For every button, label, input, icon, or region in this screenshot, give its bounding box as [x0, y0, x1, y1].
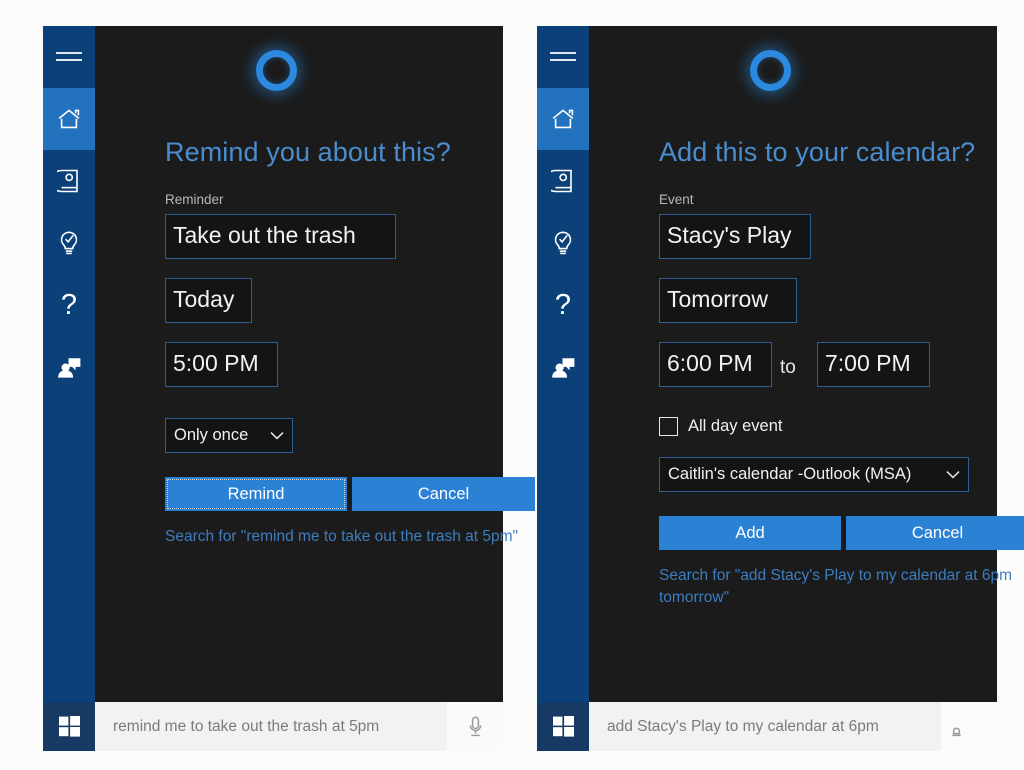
reminder-cancel-button[interactable]: Cancel	[352, 477, 535, 511]
start-button[interactable]	[43, 702, 95, 751]
taskbar-search-field[interactable]: add Stacy's Play to my calendar at 6pm	[589, 702, 997, 751]
notebook-icon	[57, 168, 81, 194]
reminder-repeat-value: Only once	[174, 425, 249, 444]
sidebar-item-help[interactable]: ?	[43, 274, 95, 336]
taskbar-right: add Stacy's Play to my calendar at 6pm	[537, 702, 997, 751]
sidebar-item-feedback[interactable]	[43, 336, 95, 398]
microphone-icon-button[interactable]	[941, 702, 997, 751]
sidebar-item-feedback[interactable]	[537, 336, 589, 398]
microphone-icon-button[interactable]	[447, 702, 503, 751]
reminder-search-link[interactable]: Search for "remind me to take out the tr…	[165, 526, 537, 548]
hamburger-icon	[550, 50, 576, 64]
event-field-label: Event	[659, 192, 694, 207]
reminder-content: Remind you about this? Reminder Take out…	[95, 26, 535, 702]
lightbulb-check-icon	[551, 230, 575, 257]
screenshot-stage: ? Remind you about this? Reminder Take o…	[0, 0, 1024, 770]
sidebar-item-reminders[interactable]	[537, 212, 589, 274]
sidebar-item-reminders[interactable]	[43, 212, 95, 274]
add-button[interactable]: Add	[659, 516, 841, 550]
calendar-select-dropdown[interactable]: Caitlin's calendar -Outlook (MSA)	[659, 457, 969, 492]
sidebar-item-hamburger-menu[interactable]	[537, 26, 589, 88]
feedback-person-icon	[550, 355, 576, 379]
home-icon	[56, 107, 82, 131]
cortana-window-body: ? Remind you about this? Reminder Take o…	[43, 26, 535, 702]
reminder-date-input[interactable]: Today	[165, 278, 252, 323]
chevron-down-icon	[270, 431, 284, 440]
page-title: Remind you about this?	[165, 137, 451, 167]
taskbar-search-value: remind me to take out the trash at 5pm	[113, 717, 380, 735]
cortana-calendar-panel: ? Add this to your calendar? Event Stacy…	[537, 26, 1024, 751]
taskbar-search-field[interactable]: remind me to take out the trash at 5pm	[95, 702, 503, 751]
event-start-time-input[interactable]: 6:00 PM	[659, 342, 772, 387]
lightbulb-check-icon	[57, 230, 81, 257]
microphone-icon	[468, 715, 483, 738]
event-search-link[interactable]: Search for "add Stacy's Play to my calen…	[659, 565, 1024, 610]
event-date-input[interactable]: Tomorrow	[659, 278, 797, 323]
all-day-event-checkbox[interactable]	[659, 417, 678, 436]
start-button[interactable]	[537, 702, 589, 751]
sidebar-rail-left: ?	[43, 26, 95, 702]
page-title: Add this to your calendar?	[659, 137, 976, 167]
feedback-person-icon	[56, 355, 82, 379]
question-mark-icon: ?	[60, 288, 78, 321]
cortana-ring-icon	[256, 50, 297, 91]
cortana-ring-icon	[750, 50, 791, 91]
all-day-event-label: All day event	[688, 417, 783, 435]
sidebar-item-notebook[interactable]	[537, 150, 589, 212]
question-mark-icon: ?	[554, 288, 572, 321]
chevron-down-icon	[946, 470, 960, 479]
sidebar-rail-right: ?	[537, 26, 589, 702]
sidebar-item-notebook[interactable]	[43, 150, 95, 212]
sidebar-item-home[interactable]	[43, 88, 95, 150]
reminder-time-input[interactable]: 5:00 PM	[165, 342, 278, 387]
home-icon	[550, 107, 576, 131]
taskbar-search-value: add Stacy's Play to my calendar at 6pm	[607, 717, 879, 735]
remind-button[interactable]: Remind	[165, 477, 347, 511]
taskbar-left: remind me to take out the trash at 5pm	[43, 702, 503, 751]
hamburger-icon	[56, 50, 82, 64]
reminder-repeat-dropdown[interactable]: Only once	[165, 418, 293, 453]
reminder-subject-input[interactable]: Take out the trash	[165, 214, 396, 259]
sidebar-item-hamburger-menu[interactable]	[43, 26, 95, 88]
microphone-icon	[949, 716, 964, 738]
calendar-select-value: Caitlin's calendar -Outlook (MSA)	[668, 464, 912, 483]
sidebar-item-help[interactable]: ?	[537, 274, 589, 336]
all-day-event-row[interactable]: All day event	[659, 417, 782, 436]
time-range-separator: to	[780, 357, 796, 378]
event-cancel-button[interactable]: Cancel	[846, 516, 1024, 550]
sidebar-item-home[interactable]	[537, 88, 589, 150]
event-subject-input[interactable]: Stacy's Play	[659, 214, 811, 259]
windows-logo-icon	[58, 716, 80, 737]
windows-logo-icon	[552, 716, 574, 737]
reminder-field-label: Reminder	[165, 192, 224, 207]
calendar-content: Add this to your calendar? Event Stacy's…	[589, 26, 1024, 702]
cortana-reminder-panel: ? Remind you about this? Reminder Take o…	[43, 26, 535, 751]
notebook-icon	[551, 168, 575, 194]
event-end-time-input[interactable]: 7:00 PM	[817, 342, 930, 387]
cortana-window-body: ? Add this to your calendar? Event Stacy…	[537, 26, 1024, 702]
